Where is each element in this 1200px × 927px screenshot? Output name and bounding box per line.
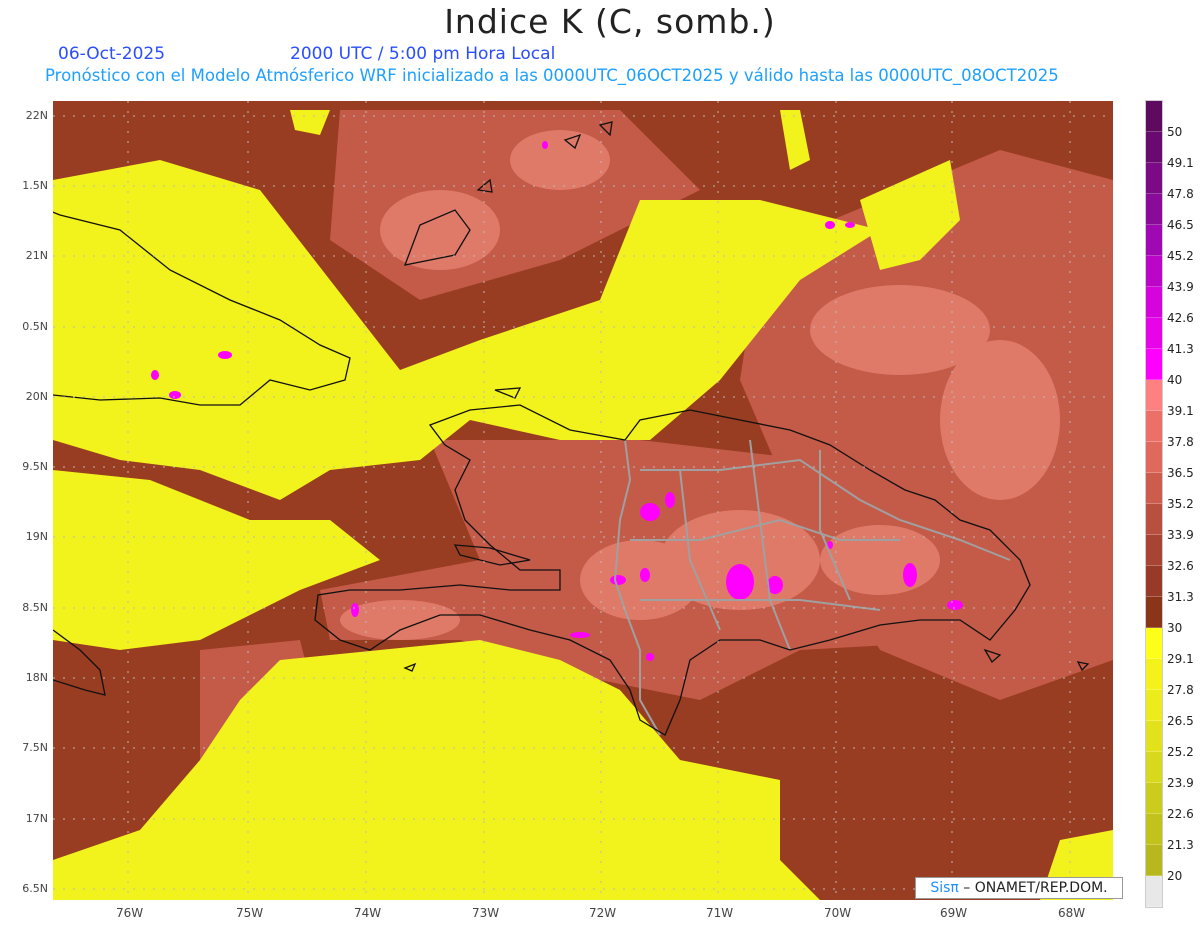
colorbar-label: 42.6: [1167, 311, 1194, 325]
lat-label: 21N: [25, 249, 48, 262]
lat-label: 19N: [25, 530, 48, 543]
colorbar-segment: [1146, 442, 1162, 473]
colorbar-label: 36.5: [1167, 466, 1194, 480]
colorbar-segment: [1146, 318, 1162, 349]
colorbar-segment: [1146, 628, 1162, 659]
lat-label: 6.5N: [22, 882, 48, 895]
colorbar-segment: [1146, 349, 1162, 380]
lat-label: 7.5N: [22, 741, 48, 754]
colorbar-label: 43.9: [1167, 280, 1194, 294]
lon-label: 75W: [236, 906, 264, 920]
colorbar-label: 23.9: [1167, 776, 1194, 790]
colorbar-segment: [1146, 690, 1162, 721]
colorbar-segment: [1146, 380, 1162, 411]
credit-box: Sisπ – ONAMET/REP.DOM.: [915, 877, 1123, 899]
lat-label: 22N: [25, 109, 48, 122]
forecast-time: 2000 UTC / 5:00 pm Hora Local: [290, 44, 556, 64]
colorbar-label: 40: [1167, 373, 1183, 387]
colorbar-label: 49.1: [1167, 156, 1194, 170]
colorbar-label: 29.1: [1167, 652, 1194, 666]
model-subtitle: Pronóstico con el Modelo Atmósferico WRF…: [45, 66, 1059, 85]
colorbar-label: 31.3: [1167, 590, 1194, 604]
colorbar-segment: [1146, 597, 1162, 628]
colorbar-segment: [1146, 411, 1162, 442]
colorbar-label: 25.2: [1167, 745, 1194, 759]
lat-label: 0.5N: [22, 320, 48, 333]
colorbar-label: 33.9: [1167, 528, 1194, 542]
colorbar-segment: [1146, 721, 1162, 752]
colorbar-segment: [1146, 783, 1162, 814]
colorbar-segment: [1146, 566, 1162, 597]
colorbar-label: 21.3: [1167, 838, 1194, 852]
colorbar-label: 37.8: [1167, 435, 1194, 449]
lat-label: 17N: [25, 812, 48, 825]
colorbar-segment: [1146, 473, 1162, 504]
colorbar-label: 30: [1167, 621, 1183, 635]
colorbar-segment: [1146, 163, 1162, 194]
colorbar-segment: [1146, 876, 1162, 907]
colorbar-segment: [1146, 225, 1162, 256]
colorbar-segment: [1146, 535, 1162, 566]
colorbar-segment: [1146, 194, 1162, 225]
colorbar-segment: [1146, 287, 1162, 318]
lat-label: 9.5N: [22, 460, 48, 473]
lon-label: 74W: [354, 906, 382, 920]
colorbar-label: 45.2: [1167, 249, 1194, 263]
lon-label: 72W: [589, 906, 617, 920]
lon-label: 69W: [940, 906, 968, 920]
colorbar-label: 26.5: [1167, 714, 1194, 728]
colorbar-label: 22.6: [1167, 807, 1194, 821]
colorbar-segment: [1146, 814, 1162, 845]
lon-label: 71W: [706, 906, 734, 920]
k-index-map: [53, 101, 1113, 900]
colorbar-label: 46.5: [1167, 218, 1194, 232]
colorbar-segment: [1146, 659, 1162, 690]
colorbar-segment: [1146, 256, 1162, 287]
colorbar-segment: [1146, 101, 1162, 132]
colorbar: [1145, 100, 1163, 908]
sispi-logo: Sisπ: [930, 880, 959, 896]
lon-label: 73W: [472, 906, 500, 920]
colorbar-label: 20: [1167, 869, 1183, 883]
lat-label: 20N: [25, 390, 48, 403]
lon-label: 68W: [1058, 906, 1086, 920]
lat-label: 8.5N: [22, 601, 48, 614]
colorbar-label: 41.3: [1167, 342, 1194, 356]
forecast-date: 06-Oct-2025: [58, 44, 166, 64]
colorbar-segment: [1146, 132, 1162, 163]
colorbar-label: 32.6: [1167, 559, 1194, 573]
colorbar-segment: [1146, 752, 1162, 783]
lat-label: 1.5N: [22, 179, 48, 192]
colorbar-segment: [1146, 504, 1162, 535]
colorbar-label: 39.1: [1167, 404, 1194, 418]
lon-label: 76W: [116, 906, 144, 920]
colorbar-label: 50: [1167, 125, 1183, 139]
credit-text: – ONAMET/REP.DOM.: [958, 880, 1108, 896]
colorbar-segment: [1146, 845, 1162, 876]
lat-label: 18N: [25, 671, 48, 684]
colorbar-label: 35.2: [1167, 497, 1194, 511]
colorbar-label: 27.8: [1167, 683, 1194, 697]
map-title: Indice K (C, somb.): [444, 2, 776, 41]
lon-label: 70W: [824, 906, 852, 920]
colorbar-label: 47.8: [1167, 187, 1194, 201]
